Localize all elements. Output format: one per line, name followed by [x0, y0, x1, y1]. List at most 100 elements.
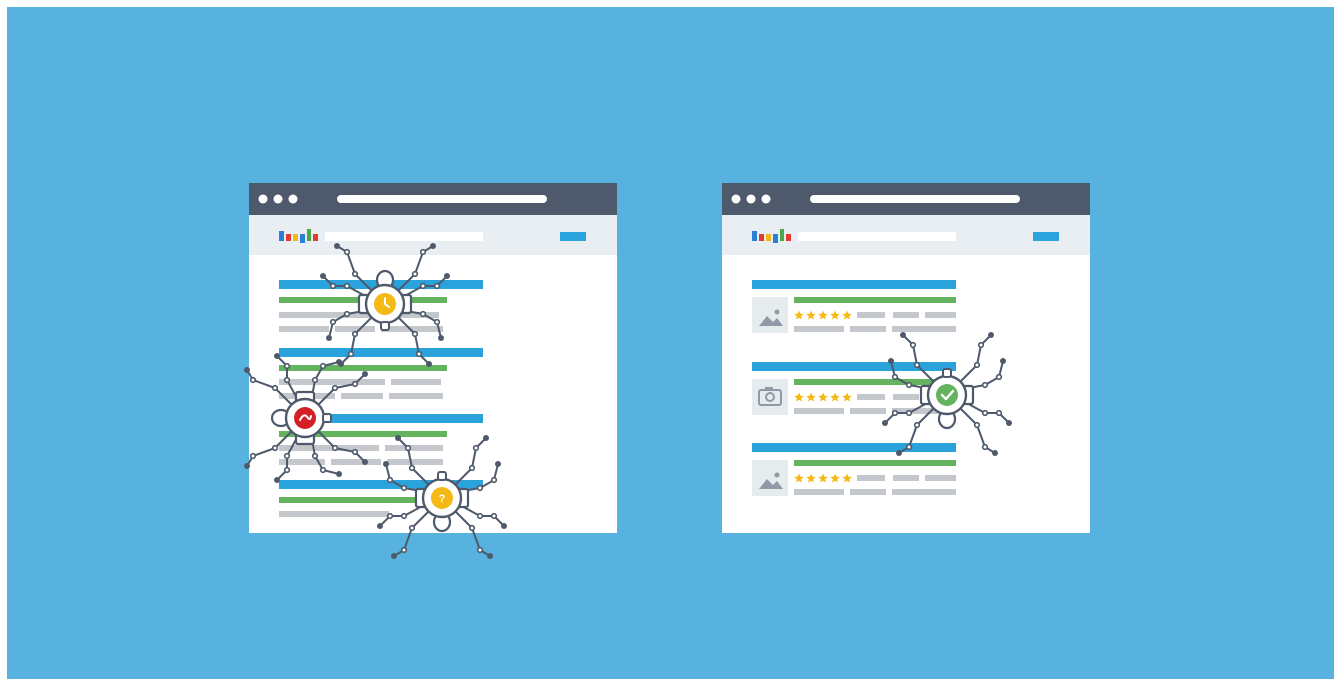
spider-joint [343, 248, 351, 256]
spider-leg-tip [1000, 358, 1006, 364]
spider-leg-tip [320, 273, 326, 279]
spider-leg-tip [377, 523, 383, 529]
image-thumbnail [752, 297, 788, 333]
spider-joint [909, 341, 917, 349]
spider-leg-tip [430, 243, 436, 249]
spider-leg-tip [383, 461, 389, 467]
spider-joint [973, 361, 981, 369]
spider-joint [490, 476, 498, 484]
spider-joint [977, 341, 985, 349]
error-icon [294, 407, 316, 429]
spider-leg-tip [495, 461, 501, 467]
spider-joint [351, 448, 359, 456]
spider-joint [408, 464, 416, 472]
spider-joint [249, 452, 257, 460]
spider-joint [891, 409, 899, 417]
spider-joint [400, 546, 408, 554]
spider-tail [942, 368, 952, 378]
spider-joint [283, 376, 291, 384]
image-thumbnail [752, 460, 788, 496]
spider-joint [476, 484, 484, 492]
question-icon: ? [431, 487, 453, 509]
spider-leg-tip [362, 371, 368, 377]
right-window-dot [731, 194, 741, 204]
spider-leg-tip [362, 459, 368, 465]
spider-joint [490, 512, 498, 520]
spider-joint [995, 373, 1003, 381]
left-search-input [325, 232, 483, 241]
spider-leg-tip [326, 335, 332, 341]
right-search-input [798, 232, 956, 241]
spider-joint [400, 512, 408, 520]
spider-leg-tip [900, 332, 906, 338]
spider-tail [437, 471, 447, 481]
spider-leg-tip [274, 353, 280, 359]
spider-joint [415, 350, 423, 358]
spider-leg-tip [274, 477, 280, 483]
spider-leg-tip [483, 435, 489, 441]
spider-joint [283, 362, 291, 370]
spider-joint [404, 444, 412, 452]
spider-joint [249, 376, 257, 384]
spider-joint [981, 409, 989, 417]
spider-joint [408, 524, 416, 532]
spider-joint [351, 380, 359, 388]
spider-joint [468, 464, 476, 472]
spider-joint [331, 444, 339, 452]
spider-leg-tip [426, 361, 432, 367]
spider-leg-tip [336, 359, 342, 365]
spider-joint [468, 524, 476, 532]
spider-joint [419, 282, 427, 290]
illustration-background: ? [7, 7, 1334, 679]
spider-leg-tip [391, 553, 397, 559]
spider-joint [433, 318, 441, 326]
spider-leg-tip [992, 450, 998, 456]
spider-joint [981, 443, 989, 451]
camera-thumbnail [752, 379, 788, 415]
spider-joint [347, 350, 355, 358]
spider-joint [419, 248, 427, 256]
spider-joint [411, 270, 419, 278]
check-icon [936, 384, 958, 406]
right-search-button [1033, 232, 1059, 241]
spider-joint [351, 270, 359, 278]
spider-joint [329, 282, 337, 290]
spider-leg-tip [334, 243, 340, 249]
spider-joint [343, 310, 351, 318]
left-address-bar [337, 195, 547, 203]
spider-joint [476, 512, 484, 520]
spider-joint [343, 282, 351, 290]
spider-leg-tip [501, 523, 507, 529]
left-window-dot [273, 194, 283, 204]
spider-joint [913, 361, 921, 369]
spider-joint [329, 318, 337, 326]
illustration-canvas: ? [244, 183, 1090, 559]
spider-joint [981, 381, 989, 389]
spider-leg-tip [888, 358, 894, 364]
spider-joint [973, 421, 981, 429]
spider-joint [472, 444, 480, 452]
spider-joint [386, 476, 394, 484]
spider-leg-tip [487, 553, 493, 559]
spider-leg-tip [1006, 420, 1012, 426]
right-address-bar [810, 195, 1020, 203]
right-browser-window [722, 183, 1090, 533]
right-window-dot [746, 194, 756, 204]
left-window-dot [288, 194, 298, 204]
spider-leg-tip [244, 463, 250, 469]
left-search-button [560, 232, 586, 241]
spider-joint [411, 330, 419, 338]
spider-joint [283, 452, 291, 460]
clock-icon [374, 293, 396, 315]
spider-leg-tip [444, 273, 450, 279]
spider-joint [913, 421, 921, 429]
spider-joint [311, 376, 319, 384]
spider-joint [891, 373, 899, 381]
spider-leg-tip [882, 420, 888, 426]
spider-joint [319, 362, 327, 370]
spider-joint [386, 512, 394, 520]
spider-joint [995, 409, 1003, 417]
svg-text:?: ? [439, 493, 446, 505]
spider-joint [905, 443, 913, 451]
right-window-dot [761, 194, 771, 204]
